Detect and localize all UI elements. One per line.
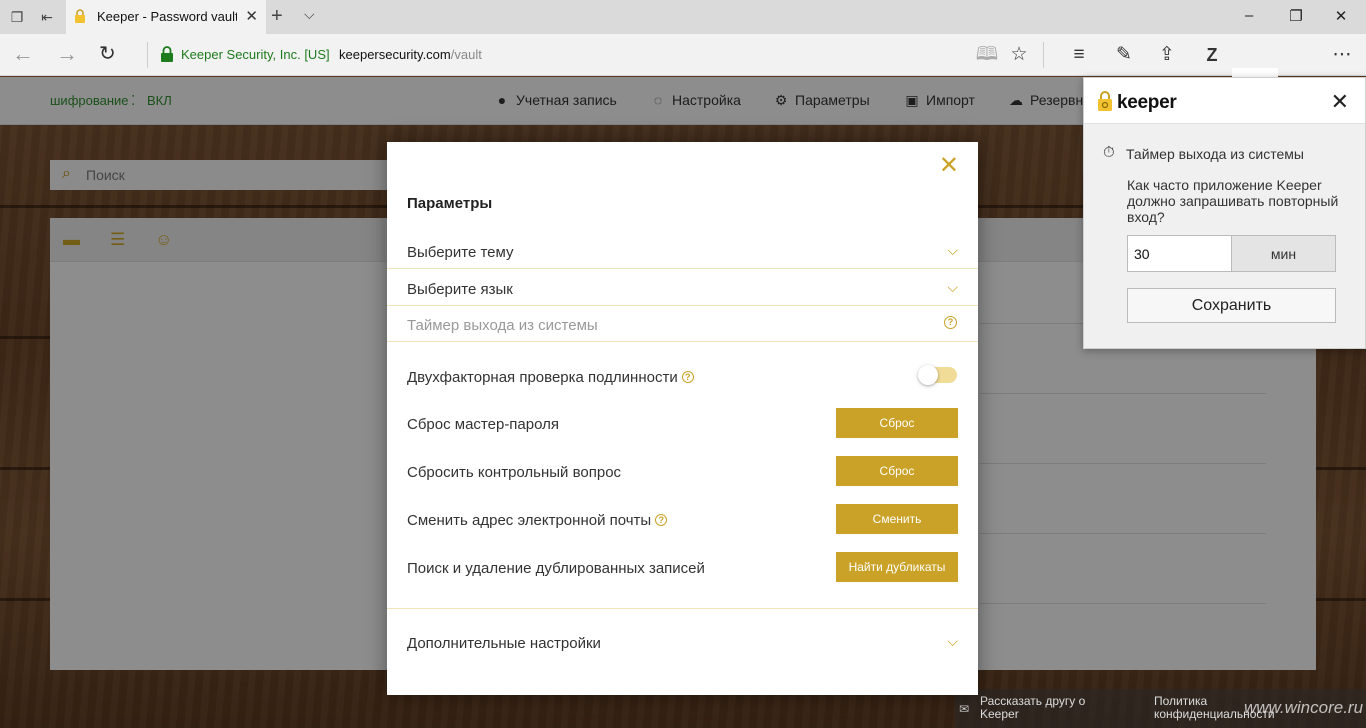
- theme-select-row[interactable]: Выберите тему ⌵: [387, 232, 978, 269]
- two-factor-toggle[interactable]: [918, 365, 957, 385]
- reset-master-label: Сброс мастер-пароля: [407, 416, 560, 433]
- theme-label: Выберите тему: [407, 244, 514, 261]
- popup-close-icon[interactable]: ✕: [1331, 89, 1349, 115]
- help-icon[interactable]: ?: [944, 316, 957, 329]
- logout-timer-label: Таймер выхода из системы: [407, 317, 598, 334]
- tab-preview-icon[interactable]: ❐: [8, 8, 26, 26]
- hub-icon[interactable]: ≡: [1067, 43, 1091, 67]
- favorite-star-icon[interactable]: ☆: [1007, 43, 1031, 67]
- keeper-logo-icon: [1098, 91, 1112, 111]
- forward-icon[interactable]: →: [56, 42, 78, 66]
- url-host: keepersecurity.com: [339, 47, 451, 62]
- modal-close-icon[interactable]: ✕: [939, 151, 959, 180]
- tell-friend-link[interactable]: Рассказать другу о Keeper: [980, 695, 1100, 721]
- mail-icon: ✉: [959, 702, 970, 716]
- two-factor-row: Двухфакторная проверка подлинности?: [387, 361, 978, 393]
- change-email-row: Сменить адрес электронной почты? Сменить: [387, 504, 978, 536]
- help-icon[interactable]: ?: [681, 371, 694, 383]
- address-divider: [147, 42, 148, 68]
- url-field[interactable]: keepersecurity.com/vault: [339, 47, 482, 62]
- reset-question-label: Сбросить контрольный вопрос: [407, 464, 622, 481]
- watermark: www.wincore.ru: [1244, 698, 1364, 717]
- zotero-extension-icon[interactable]: Z: [1200, 43, 1224, 67]
- tab-keeper[interactable]: Keeper - Password vault ✕: [66, 0, 266, 34]
- keeper-extension-popup: keeper ✕ ⏱ Таймер выхода из системы Как …: [1083, 77, 1366, 349]
- browser-tab-bar: ❐ ⇤ Keeper - Password vault ✕ + ⌵ – ❐ ✕: [0, 0, 1366, 34]
- change-email-label: Сменить адрес электронной почты?: [407, 512, 668, 529]
- certificate-label[interactable]: Keeper Security, Inc. [US]: [181, 47, 330, 62]
- back-icon[interactable]: ←: [12, 42, 34, 66]
- reset-question-button[interactable]: Сброс: [836, 456, 958, 486]
- reset-master-row: Сброс мастер-пароля Сброс: [387, 408, 978, 440]
- chevron-down-icon: ⌵: [947, 242, 958, 258]
- stopwatch-icon: ⏱: [1103, 144, 1115, 161]
- share-icon[interactable]: ⇪: [1155, 43, 1179, 67]
- two-factor-label: Двухфакторная проверка подлинности?: [407, 369, 694, 386]
- chevron-down-icon[interactable]: ⌵: [947, 633, 958, 650]
- reset-question-row: Сбросить контрольный вопрос Сброс: [387, 456, 978, 488]
- popup-header: keeper ✕: [1084, 78, 1365, 124]
- language-select-row[interactable]: Выберите язык ⌵: [387, 269, 978, 306]
- url-path: /vault: [450, 47, 482, 62]
- advanced-settings-label[interactable]: Дополнительные настройки: [407, 635, 601, 652]
- secure-lock-icon[interactable]: [160, 46, 174, 62]
- toolbar-divider: [1043, 42, 1044, 68]
- duplicates-row: Поиск и удаление дублированных записей Н…: [387, 552, 978, 584]
- popup-save-button[interactable]: Сохранить: [1127, 288, 1336, 323]
- find-duplicates-button[interactable]: Найти дубликаты: [836, 552, 958, 582]
- two-factor-text: Двухфакторная проверка подлинности: [407, 369, 678, 386]
- restore-icon[interactable]: ❐: [1286, 7, 1306, 25]
- reset-master-button[interactable]: Сброс: [836, 408, 958, 438]
- minimize-icon[interactable]: –: [1239, 7, 1259, 24]
- new-tab-icon[interactable]: +: [271, 5, 283, 28]
- popup-timer-title: Таймер выхода из системы: [1126, 146, 1304, 162]
- more-options-icon[interactable]: ⋯: [1330, 43, 1354, 67]
- keeper-favicon-icon: [75, 9, 85, 23]
- help-icon[interactable]: ?: [655, 514, 668, 526]
- timeout-unit: мин: [1231, 235, 1336, 272]
- tab-close-icon[interactable]: ✕: [245, 7, 258, 25]
- popup-question: Как часто приложение Keeper должно запра…: [1127, 177, 1339, 225]
- change-email-button[interactable]: Сменить: [836, 504, 958, 534]
- chevron-down-icon: ⌵: [947, 279, 958, 295]
- set-aside-tabs-icon[interactable]: ⇤: [38, 8, 56, 26]
- language-label: Выберите язык: [407, 281, 513, 298]
- change-email-text: Сменить адрес электронной почты: [407, 512, 652, 529]
- timeout-value-input[interactable]: [1127, 235, 1232, 272]
- tab-list-chevron-icon[interactable]: ⌵: [304, 6, 315, 23]
- refresh-icon[interactable]: ↻: [99, 42, 116, 66]
- address-bar: ← → ↻ Keeper Security, Inc. [US] keepers…: [0, 34, 1366, 110]
- toggle-knob: [918, 365, 938, 385]
- popup-brand: keeper: [1117, 92, 1177, 113]
- modal-title: Параметры: [407, 195, 493, 212]
- duplicates-label: Поиск и удаление дублированных записей: [407, 560, 705, 577]
- tab-title: Keeper - Password vault: [97, 9, 237, 24]
- reading-view-icon[interactable]: 🕮: [975, 43, 999, 67]
- web-note-icon[interactable]: ✎: [1112, 43, 1136, 67]
- logout-timer-row[interactable]: Таймер выхода из системы ?: [387, 305, 978, 342]
- settings-modal: ✕ Параметры Выберите тему ⌵ Выберите язы…: [387, 142, 978, 695]
- window-close-icon[interactable]: ✕: [1331, 7, 1351, 25]
- modal-divider: [387, 608, 978, 609]
